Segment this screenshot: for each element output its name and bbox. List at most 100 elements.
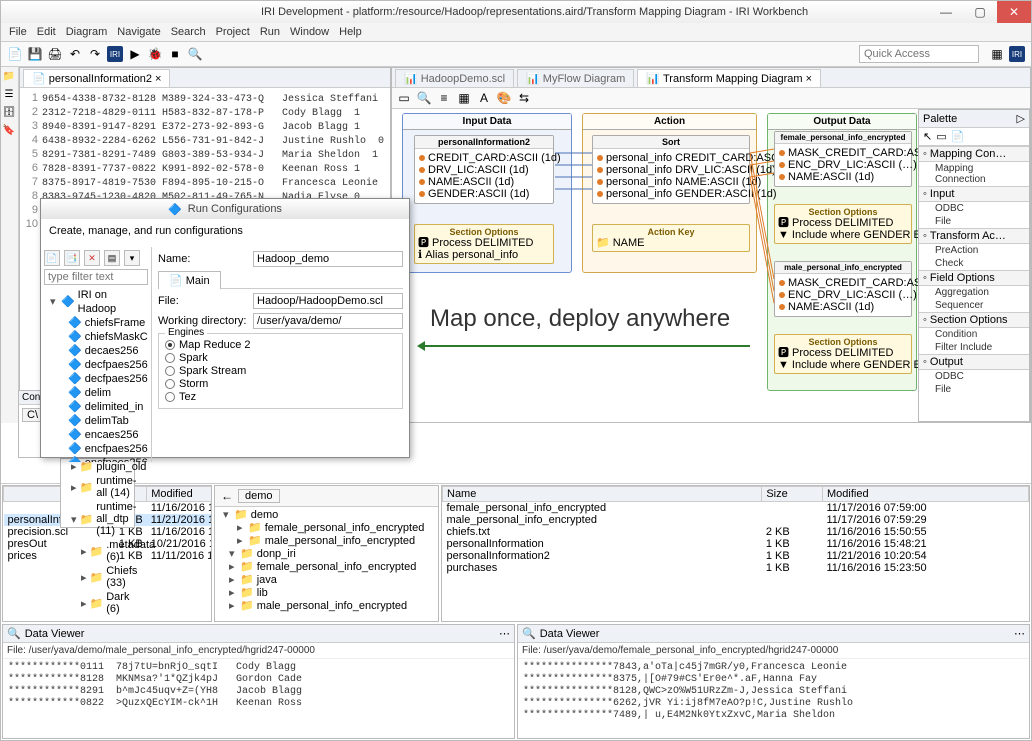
field-row[interactable]: DRV_LIC:ASCII (1d) (419, 164, 549, 176)
field-row[interactable]: CREDIT_CARD:ASCII (1d) (419, 152, 549, 164)
tree-item[interactable]: 🔷encfpaes256asci (44, 456, 148, 462)
field-row[interactable]: NAME:ASCII (1d) (779, 171, 907, 183)
column-header[interactable]: Modified (147, 487, 211, 502)
engine-radio[interactable]: Storm (165, 378, 396, 390)
column-header[interactable]: Name (443, 487, 762, 502)
field-row[interactable]: personal_info GENDER:ASCII (1d) (597, 188, 745, 200)
output-node-male[interactable]: male_personal_info_encrypted MASK_CREDIT… (774, 261, 912, 317)
field-row[interactable]: MASK_CREDIT_CARD:ASCII (…) (779, 147, 907, 159)
perspective-icon[interactable]: ▦ (989, 46, 1005, 62)
menu-help[interactable]: Help (339, 26, 362, 38)
config-name-input[interactable] (253, 251, 403, 267)
tree-item[interactable]: ▾📁demo (219, 509, 434, 522)
tree-item[interactable]: ▸📁java (219, 574, 434, 587)
palette-item[interactable]: PreAction (919, 244, 1029, 257)
project-item[interactable]: ▸📁runtime-all (14) (61, 474, 134, 500)
note-icon[interactable]: 📄 (951, 130, 965, 143)
palette-category[interactable]: ◦Section Options (919, 312, 1029, 328)
data-source-icon[interactable]: 🗄 (2, 107, 16, 121)
zoom-icon[interactable]: 🔍 (416, 90, 432, 106)
output1-section-options[interactable]: Section Options 🅿Process DELIMITED▼Inclu… (774, 204, 912, 244)
minimize-button[interactable]: — (929, 1, 963, 23)
palette-item[interactable]: ODBC (919, 202, 1029, 215)
undo-icon[interactable]: ↶ (67, 46, 83, 62)
table-row[interactable]: personalInformation21 KB11/21/2016 10:20… (443, 550, 1029, 562)
editor-tab-personalinformation2[interactable]: 📄 personalInformation2 × (23, 69, 170, 87)
diagram-tab[interactable]: 📊MyFlow Diagram (517, 69, 634, 87)
palette-collapse-icon[interactable]: ▷ (1017, 112, 1025, 125)
new-config-icon[interactable]: 📄 (44, 250, 60, 266)
working-dir-input[interactable] (253, 313, 403, 329)
section-option-item[interactable]: 🅿Process DELIMITED (418, 237, 550, 249)
field-row[interactable]: personal_info CREDIT_CARD:ASCII (1d) (597, 152, 745, 164)
palette-item[interactable]: Aggregation (919, 286, 1029, 299)
outline-icon[interactable]: ☰ (2, 89, 16, 103)
tree-item[interactable]: ▸📁female_personal_info_encrypted (219, 522, 434, 535)
section-option-item[interactable]: 🅿Process DELIMITED (778, 217, 908, 229)
tree-item[interactable]: 🔷delimTab (44, 414, 148, 428)
project-explorer-fragment[interactable]: ▸📁plugin_old▸📁runtime-all (14)▾📁runtime-… (60, 458, 135, 528)
iri-icon[interactable]: IRI (107, 46, 123, 62)
tree-item[interactable]: 🔷encfpaes256alph (44, 442, 148, 456)
select-icon[interactable]: ▭ (396, 90, 412, 106)
menu-navigate[interactable]: Navigate (117, 26, 160, 38)
table-row[interactable]: female_personal_info_encrypted11/17/2016… (443, 502, 1029, 515)
close-tab-icon[interactable]: × (806, 73, 812, 85)
palette-category[interactable]: ◦Output (919, 354, 1029, 370)
project-item[interactable]: ▸📁Dark (6) (61, 590, 134, 616)
stop-icon[interactable]: ■ (167, 46, 183, 62)
engine-radio[interactable]: Map Reduce 2 (165, 339, 396, 351)
main-tab[interactable]: 📄 Main (158, 271, 221, 289)
pointer-icon[interactable]: ↖ (923, 130, 932, 143)
palette-item[interactable]: ODBC (919, 370, 1029, 383)
palette-category[interactable]: ◦Transform Ac… (919, 228, 1029, 244)
table-row[interactable]: chiefs.txt2 KB11/16/2016 15:50:55 (443, 526, 1029, 538)
section-option-item[interactable]: ℹAlias personal_info (418, 249, 550, 261)
tree-item[interactable]: 🔷chiefsMaskComp (44, 330, 148, 344)
diagram-tab[interactable]: 📊Transform Mapping Diagram × (637, 69, 821, 87)
section-option-item[interactable]: 📁NAME (596, 237, 746, 249)
back-icon[interactable]: ← (219, 488, 235, 504)
filter-input[interactable] (44, 269, 148, 285)
action-key-node[interactable]: Action Key 📁NAME (592, 224, 750, 252)
iri-perspective-icon[interactable]: IRI (1009, 46, 1025, 62)
palette-item[interactable]: Filter Include (919, 341, 1029, 354)
file-input[interactable] (253, 293, 403, 309)
data-viewer-menu-icon[interactable]: ⋯ (499, 627, 510, 640)
field-row[interactable]: ENC_DRV_LIC:ASCII (…) (779, 289, 907, 301)
tree-item[interactable]: 🔷encaes256 (44, 428, 148, 442)
table-row[interactable]: personalInformation1 KB11/16/2016 15:48:… (443, 538, 1029, 550)
close-tab-icon[interactable]: × (155, 73, 161, 85)
palette-category[interactable]: ◦Field Options (919, 270, 1029, 286)
palette-item[interactable]: Mapping Connection (919, 162, 1029, 186)
menu-edit[interactable]: Edit (37, 26, 56, 38)
tree-item[interactable]: ▸📁lib (219, 587, 434, 600)
color-icon[interactable]: 🎨 (496, 90, 512, 106)
layout-icon[interactable]: ⇆ (516, 90, 532, 106)
field-row[interactable]: personal_info DRV_LIC:ASCII (1d) (597, 164, 745, 176)
tree-item[interactable]: 🔷chiefsFrame (44, 316, 148, 330)
data-viewer-body[interactable]: ***************7843,a'oTa|c45j7mGR/y0,Fr… (518, 659, 1029, 725)
font-icon[interactable]: A (476, 90, 492, 106)
menu-search[interactable]: Search (171, 26, 206, 38)
debug-icon[interactable]: 🐞 (147, 46, 163, 62)
field-row[interactable]: personal_info NAME:ASCII (1d) (597, 176, 745, 188)
palette-category[interactable]: ◦Input (919, 186, 1029, 202)
field-row[interactable]: NAME:ASCII (1d) (779, 301, 907, 313)
data-viewer-menu-icon[interactable]: ⋯ (1014, 627, 1025, 640)
tree-item[interactable]: ▸📁male_personal_info_encrypted (219, 600, 434, 613)
diagram-tab[interactable]: 📊HadoopDemo.scl (395, 69, 514, 87)
tree-item[interactable]: 🔷delimited_in (44, 400, 148, 414)
palette-item[interactable]: Check (919, 257, 1029, 270)
field-row[interactable]: GENDER:ASCII (1d) (419, 188, 549, 200)
sort-node[interactable]: Sort personal_info CREDIT_CARD:ASCII (1d… (592, 135, 750, 204)
field-row[interactable]: MASK_CREDIT_CARD:ASCII (…) (779, 277, 907, 289)
engine-radio[interactable]: Spark (165, 352, 396, 364)
tree-item[interactable]: 🔷decfpaes256alph (44, 358, 148, 372)
tree-item[interactable]: ▸📁male_personal_info_encrypted (219, 535, 434, 548)
duplicate-config-icon[interactable]: 📑 (64, 250, 80, 266)
tree-item[interactable]: ▸📁female_personal_info_encrypted (219, 561, 434, 574)
table-row[interactable]: male_personal_info_encrypted11/17/2016 0… (443, 514, 1029, 526)
breadcrumb-demo[interactable]: demo (238, 489, 280, 503)
section-option-item[interactable]: 🅿Process DELIMITED (778, 347, 908, 359)
